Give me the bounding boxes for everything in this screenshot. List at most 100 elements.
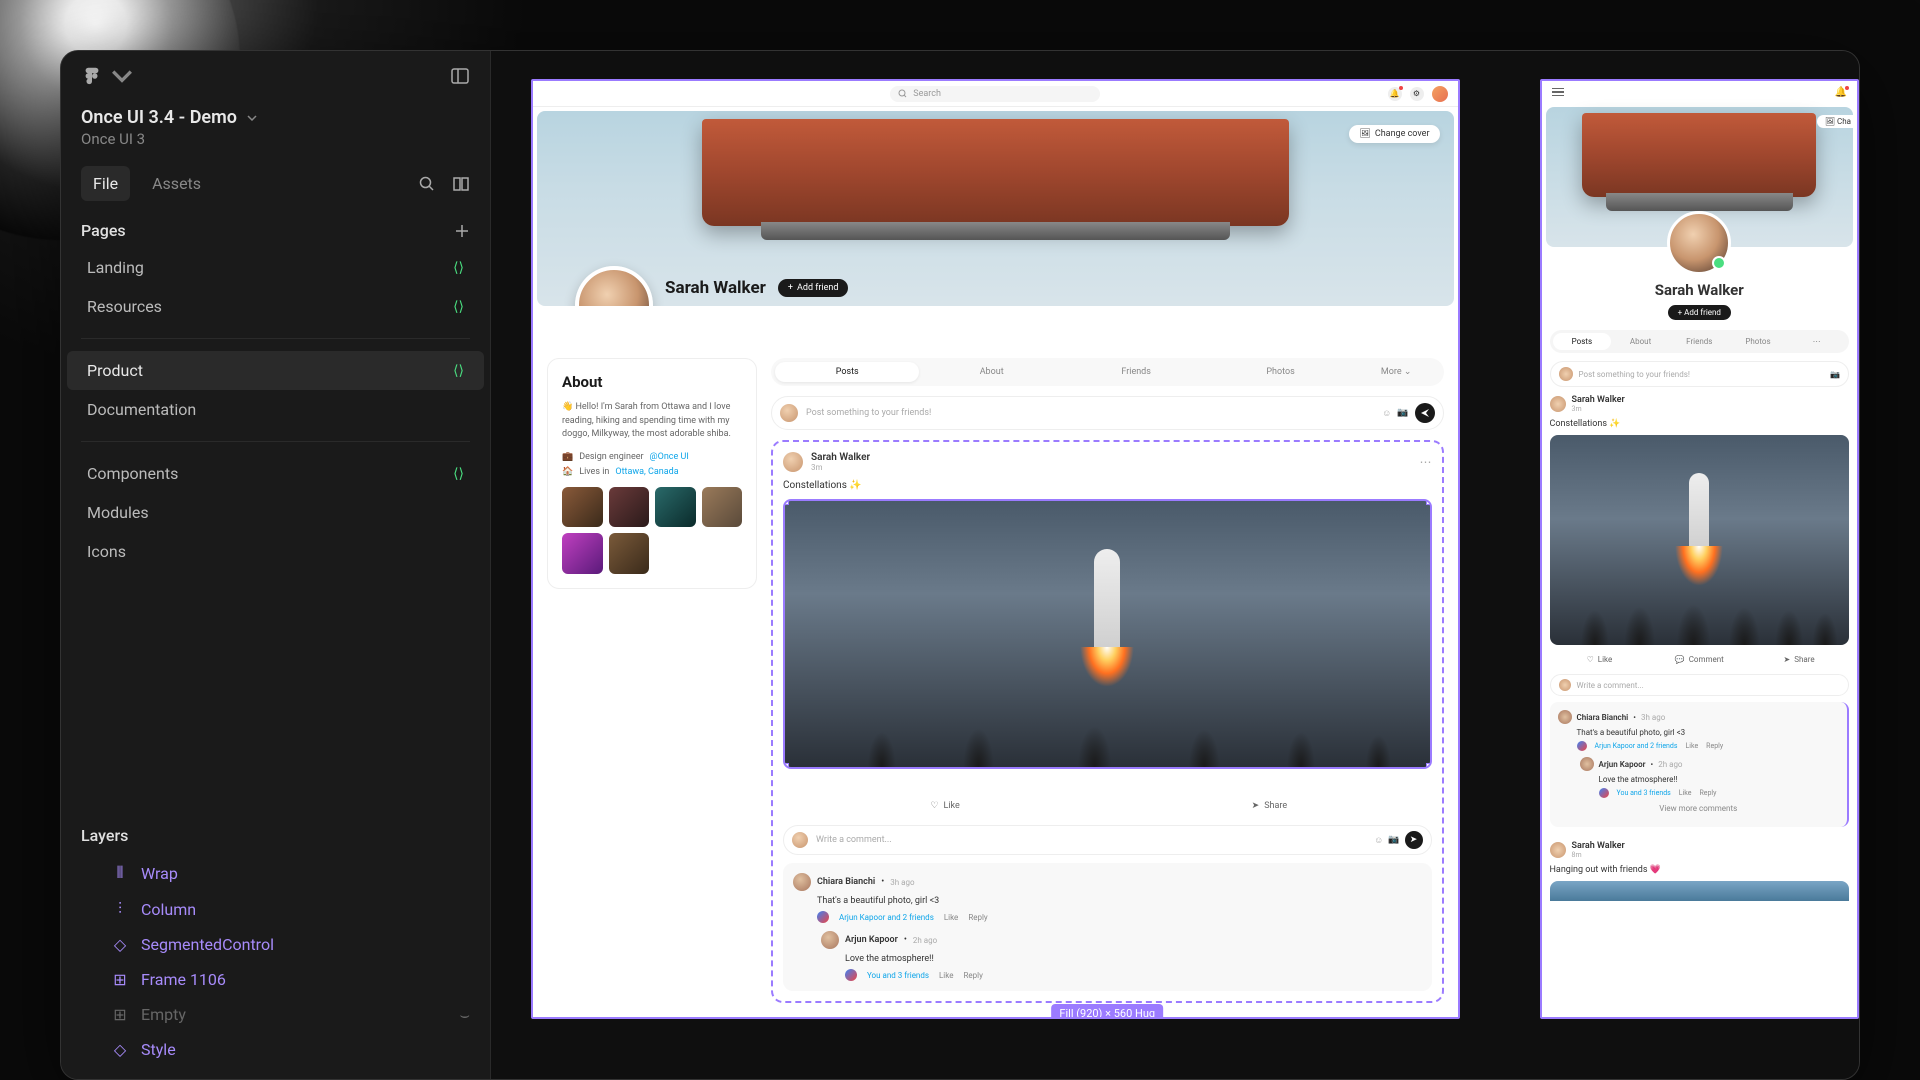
- comment-author[interactable]: Chiara Bianchi: [817, 877, 875, 887]
- search-input[interactable]: Search: [890, 86, 1100, 102]
- artboard-mobile[interactable]: 🔔 🖼 Cha Sarah Walker + Add friend Posts …: [1540, 79, 1859, 1019]
- avatar[interactable]: [1550, 842, 1566, 858]
- thumbnail[interactable]: [609, 533, 650, 574]
- comment-input[interactable]: Write a comment... ☺📷➤: [783, 825, 1432, 855]
- thumbnail[interactable]: [562, 533, 603, 574]
- reactions-link[interactable]: Arjun Kapoor and 2 friends: [839, 913, 934, 922]
- camera-icon[interactable]: 📷: [1388, 835, 1399, 845]
- emoji-icon[interactable]: ☺: [1374, 835, 1383, 846]
- toggle-panel-button[interactable]: [450, 66, 470, 86]
- like-button[interactable]: ♡ Like: [1550, 651, 1650, 668]
- post-image-selected[interactable]: [783, 499, 1432, 769]
- layer-column[interactable]: ⫶Column: [61, 891, 490, 927]
- settings-button[interactable]: ⚙: [1410, 87, 1424, 101]
- emoji-icon[interactable]: ☺: [1382, 408, 1391, 419]
- tab-friends[interactable]: Friends: [1670, 333, 1729, 350]
- profile-avatar[interactable]: [575, 266, 653, 306]
- avatar[interactable]: [821, 931, 839, 949]
- post-card-selected[interactable]: Sarah Walker3m ⋯ Constellations ✨ Fill (…: [771, 440, 1444, 1003]
- tab-about[interactable]: About: [1611, 333, 1670, 350]
- tab-file[interactable]: File: [81, 166, 130, 201]
- thumbnail[interactable]: [609, 487, 650, 528]
- page-item-resources[interactable]: Resources⟨⟩: [67, 287, 484, 326]
- reaction-icon[interactable]: [1577, 741, 1587, 751]
- camera-icon[interactable]: 📷: [1397, 408, 1408, 418]
- layer-style[interactable]: ◇Style: [61, 1032, 490, 1067]
- notifications-button[interactable]: 🔔: [1388, 87, 1402, 101]
- tab-assets[interactable]: Assets: [152, 166, 201, 201]
- reply-link[interactable]: Reply: [963, 971, 982, 980]
- compose-input[interactable]: Post something to your friends!📷: [1550, 361, 1849, 387]
- chevron-down-icon[interactable]: [247, 115, 257, 121]
- tab-photos[interactable]: Photos: [1208, 362, 1352, 382]
- post-author[interactable]: Sarah Walker: [1572, 841, 1625, 851]
- like-button[interactable]: ♡Like: [783, 797, 1107, 815]
- camera-icon[interactable]: 📷: [1830, 370, 1840, 379]
- layer-segmentedcontrol[interactable]: ◇SegmentedControl: [61, 927, 490, 962]
- reactions-link[interactable]: You and 3 friends: [867, 971, 929, 980]
- project-name[interactable]: Once UI 3: [61, 130, 490, 166]
- menu-button[interactable]: [1552, 88, 1564, 97]
- post-author[interactable]: Sarah Walker: [811, 452, 870, 463]
- post-author[interactable]: Sarah Walker: [1572, 395, 1625, 405]
- tab-photos[interactable]: Photos: [1729, 333, 1788, 350]
- notifications-button[interactable]: 🔔: [1835, 87, 1847, 98]
- post-menu-button[interactable]: ⋯: [1420, 455, 1432, 469]
- tab-posts[interactable]: Posts: [1553, 333, 1612, 350]
- layer-frame1106[interactable]: ⊞Frame 1106: [61, 962, 490, 997]
- hidden-icon[interactable]: ⌣: [459, 1005, 470, 1025]
- avatar[interactable]: [793, 873, 811, 891]
- change-cover-button[interactable]: 🖼Change cover: [1349, 125, 1439, 143]
- thumbnail[interactable]: [562, 487, 603, 528]
- tab-more[interactable]: ⋯: [1787, 333, 1846, 350]
- share-button[interactable]: ➤ Share: [1749, 651, 1849, 668]
- thumbnail[interactable]: [655, 487, 696, 528]
- page-item-product[interactable]: Product⟨⟩: [67, 351, 484, 390]
- like-link[interactable]: Like: [944, 913, 958, 922]
- avatar[interactable]: [1558, 710, 1572, 724]
- avatar[interactable]: [1432, 86, 1448, 102]
- post-image[interactable]: [1550, 435, 1849, 645]
- add-friend-button[interactable]: + Add friend: [1668, 305, 1731, 320]
- avatar[interactable]: [783, 452, 803, 472]
- artboard-desktop[interactable]: Search 🔔 ⚙ 🖼Change cover Sarah Walker + …: [531, 79, 1460, 1019]
- tab-posts[interactable]: Posts: [775, 362, 919, 382]
- avatar[interactable]: [1580, 757, 1594, 771]
- reaction-icon[interactable]: [1599, 788, 1609, 798]
- view-more-link[interactable]: View more comments: [1558, 798, 1839, 819]
- comment-author[interactable]: Arjun Kapoor: [845, 935, 898, 945]
- like-link[interactable]: Like: [939, 971, 953, 980]
- figma-logo-menu[interactable]: [81, 65, 133, 87]
- canvas[interactable]: Search 🔔 ⚙ 🖼Change cover Sarah Walker + …: [491, 51, 1859, 1079]
- add-friend-button[interactable]: + Add friend: [778, 279, 849, 297]
- tab-about[interactable]: About: [919, 362, 1063, 382]
- page-item-landing[interactable]: Landing⟨⟩: [67, 248, 484, 287]
- compose-input[interactable]: Post something to your friends! ☺ 📷: [771, 396, 1444, 430]
- page-item-components[interactable]: Components⟨⟩: [67, 454, 484, 493]
- job-link[interactable]: @Once UI: [650, 452, 689, 462]
- change-cover-button[interactable]: 🖼 Cha: [1817, 115, 1855, 128]
- reaction-icon[interactable]: [817, 911, 829, 923]
- page-item-icons[interactable]: Icons: [67, 532, 484, 571]
- reply-link[interactable]: Reply: [968, 913, 987, 922]
- tab-more[interactable]: More ⌄: [1353, 362, 1440, 382]
- profile-avatar[interactable]: [1667, 211, 1731, 275]
- layer-wrap[interactable]: ⫴Wrap: [61, 855, 490, 891]
- search-icon[interactable]: [418, 175, 436, 193]
- page-item-documentation[interactable]: Documentation: [67, 390, 484, 429]
- send-button[interactable]: [1415, 403, 1435, 423]
- location-link[interactable]: Ottawa, Canada: [615, 467, 678, 477]
- add-page-button[interactable]: [454, 223, 470, 239]
- comment-button[interactable]: 💬 Comment: [1649, 651, 1749, 668]
- comment-input[interactable]: Write a comment...: [1550, 674, 1849, 696]
- layer-empty[interactable]: ⊞Empty⌣: [61, 997, 490, 1032]
- tab-friends[interactable]: Friends: [1064, 362, 1208, 382]
- book-icon[interactable]: [452, 175, 470, 193]
- thumbnail[interactable]: [702, 487, 743, 528]
- reaction-icon[interactable]: [845, 969, 857, 981]
- file-title[interactable]: Once UI 3.4 - Demo: [81, 107, 237, 128]
- share-button[interactable]: ➤Share: [1107, 797, 1431, 815]
- send-button[interactable]: ➤: [1405, 831, 1423, 849]
- post-image[interactable]: [1550, 881, 1849, 901]
- comment-author[interactable]: Chiara Bianchi: [1577, 713, 1629, 722]
